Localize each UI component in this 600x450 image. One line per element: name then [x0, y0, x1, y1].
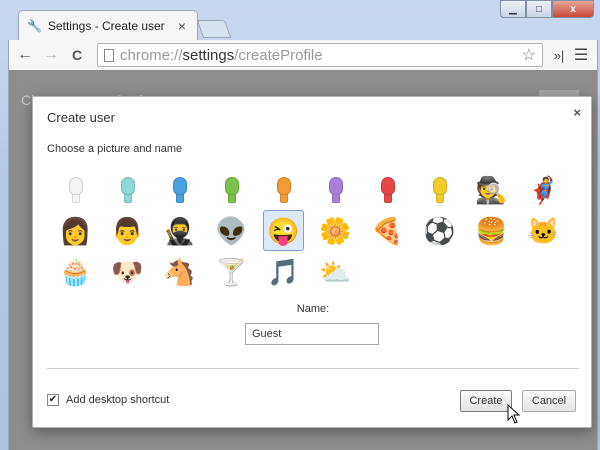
avatar-alien-glyph: 👽	[215, 215, 248, 246]
avatar-flower-icon[interactable]: 🌼	[315, 210, 356, 251]
avatar-superhero-glyph: 🦸	[527, 174, 560, 205]
url-path: /createProfile	[234, 46, 323, 64]
minimize-button[interactable]: ▁	[500, 0, 526, 18]
avatar-smiley-icon[interactable]: 😜	[263, 210, 304, 251]
dialog-close-icon[interactable]: ×	[573, 105, 581, 120]
silhouette-head-icon	[171, 176, 189, 203]
avatar-soccer-ball-icon[interactable]: ⚽	[419, 210, 460, 251]
avatar-sun-cloud-icon[interactable]: ⛅	[315, 251, 356, 292]
name-label: Name:	[296, 303, 330, 315]
url-scheme: chrome://	[120, 46, 183, 64]
avatar-cat-icon[interactable]: 🐱	[523, 210, 564, 251]
reload-button[interactable]: C	[65, 44, 89, 66]
back-button[interactable]: ←	[13, 44, 37, 66]
avatar-ninja-glyph: 🥷	[163, 215, 196, 246]
new-tab-button[interactable]	[196, 20, 232, 38]
browser-toolbar: ← → C chrome://settings/createProfile ☆ …	[8, 40, 598, 70]
avatar-secret-agent-glyph: 🕵	[475, 174, 508, 205]
window-controls: ▁ □ x	[500, 0, 594, 18]
avatar-generic-red-icon[interactable]	[367, 169, 408, 210]
url-host: settings	[182, 46, 235, 64]
avatar-generic-cyan-icon[interactable]	[107, 169, 148, 210]
avatar-burger-icon[interactable]: 🍔	[471, 210, 512, 251]
silhouette-head-icon	[67, 176, 85, 203]
avatar-cupcake-icon[interactable]: 🧁	[55, 251, 96, 292]
avatar-businessman-icon[interactable]: 👨	[107, 210, 148, 251]
avatar-soccer-ball-glyph: ⚽	[423, 215, 456, 246]
desktop-shortcut-checkbox[interactable]: ✔	[47, 394, 59, 406]
silhouette-head-icon	[223, 176, 241, 203]
url-text: chrome://settings/createProfile	[120, 47, 522, 64]
avatar-sun-cloud-glyph: ⛅	[319, 256, 352, 287]
extensions-overflow-icon[interactable]: »|	[549, 48, 569, 63]
avatar-generic-green-icon[interactable]	[211, 169, 252, 210]
silhouette-head-icon	[431, 176, 449, 203]
avatar-generic-purple-icon[interactable]	[315, 169, 356, 210]
avatar-cupcake-glyph: 🧁	[59, 256, 92, 287]
desktop-shortcut-label: Add desktop shortcut	[66, 394, 170, 406]
avatar-music-note-glyph: 🎵	[267, 256, 300, 287]
avatar-horse-icon[interactable]: 🐴	[159, 251, 200, 292]
avatar-smiley-glyph: 😜	[267, 215, 300, 246]
silhouette-head-icon	[119, 176, 137, 203]
address-bar[interactable]: chrome://settings/createProfile ☆	[97, 43, 543, 67]
avatar-generic-orange-icon[interactable]	[263, 169, 304, 210]
chrome-menu-icon[interactable]: ☰	[569, 45, 593, 65]
avatar-alien-icon[interactable]: 👽	[211, 210, 252, 251]
name-input[interactable]	[245, 323, 379, 345]
avatar-grid: 🕵 🦸 👩 👨 🥷 👽 😜 🌼 🍕 ⚽ 🍔 🐱 🧁 🐶 🐴 🍸 🎵 ⛅	[55, 169, 575, 292]
avatar-dog-glyph: 🐶	[111, 256, 144, 287]
avatar-generic-yellow-icon[interactable]	[419, 169, 460, 210]
title-bar: 🔧 Settings - Create user × ▁ □ x	[0, 0, 600, 40]
tab-title: Settings - Create user	[47, 18, 165, 33]
tab-close-icon[interactable]: ×	[175, 18, 189, 34]
avatar-pizza-icon[interactable]: 🍕	[367, 210, 408, 251]
avatar-cocktail-icon[interactable]: 🍸	[211, 251, 252, 292]
create-button[interactable]: Create	[460, 390, 512, 412]
bookmark-star-icon[interactable]: ☆	[522, 45, 536, 65]
avatar-secret-agent-icon[interactable]: 🕵	[471, 169, 512, 210]
avatar-burger-glyph: 🍔	[475, 215, 508, 246]
dialog-subtitle: Choose a picture and name	[47, 143, 183, 155]
silhouette-head-icon	[275, 176, 293, 203]
tab-settings-create-user[interactable]: 🔧 Settings - Create user ×	[18, 10, 198, 40]
avatar-dog-icon[interactable]: 🐶	[107, 251, 148, 292]
avatar-volleyball-player-glyph: 👩	[59, 215, 92, 246]
avatar-flower-glyph: 🌼	[319, 215, 352, 246]
desktop-shortcut-option[interactable]: ✔ Add desktop shortcut	[47, 394, 169, 406]
avatar-cocktail-glyph: 🍸	[215, 256, 248, 287]
silhouette-head-icon	[379, 176, 397, 203]
avatar-superhero-icon[interactable]: 🦸	[523, 169, 564, 210]
avatar-volleyball-player-icon[interactable]: 👩	[55, 210, 96, 251]
cancel-button[interactable]: Cancel	[522, 390, 576, 412]
avatar-music-note-icon[interactable]: 🎵	[263, 251, 304, 292]
avatar-generic-white-icon[interactable]	[55, 169, 96, 210]
window-close-button[interactable]: x	[552, 0, 594, 18]
mouse-cursor-icon	[507, 404, 521, 424]
avatar-horse-glyph: 🐴	[163, 256, 196, 287]
page-icon	[104, 48, 114, 62]
dialog-title: Create user	[47, 110, 115, 125]
create-user-dialog: Create user × Choose a picture and name …	[32, 96, 592, 428]
avatar-cat-glyph: 🐱	[527, 215, 560, 246]
avatar-ninja-icon[interactable]: 🥷	[159, 210, 200, 251]
avatar-generic-blue-icon[interactable]	[159, 169, 200, 210]
dialog-divider	[47, 368, 579, 369]
maximize-button[interactable]: □	[526, 0, 552, 18]
avatar-businessman-glyph: 👨	[111, 215, 144, 246]
avatar-pizza-glyph: 🍕	[371, 215, 404, 246]
wrench-icon: 🔧	[27, 18, 42, 33]
silhouette-head-icon	[327, 176, 345, 203]
forward-button[interactable]: →	[39, 44, 63, 66]
